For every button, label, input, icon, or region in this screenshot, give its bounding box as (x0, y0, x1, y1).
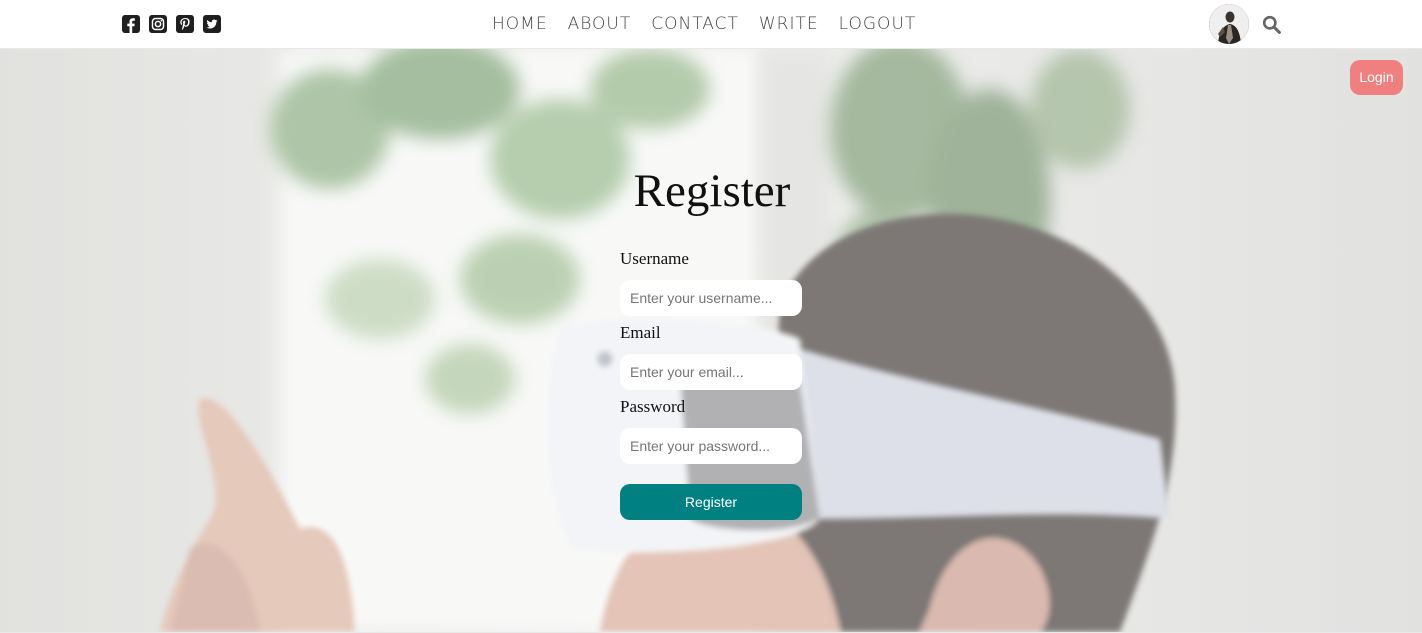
main-nav: HOME ABOUT CONTACT WRITE LOGOUT (492, 14, 916, 34)
instagram-icon[interactable] (149, 15, 167, 33)
register-button[interactable]: Register (620, 484, 802, 520)
avatar[interactable] (1209, 4, 1249, 44)
username-label: Username (620, 249, 689, 268)
login-button[interactable]: Login (1350, 60, 1403, 95)
pinterest-icon[interactable] (176, 15, 194, 33)
hero-background: Login Register Username Email Password R… (0, 49, 1422, 632)
password-label: Password (620, 397, 686, 416)
hero-overlay (0, 49, 1422, 632)
email-label: Email (620, 323, 661, 342)
nav-item-contact[interactable]: CONTACT (651, 14, 739, 34)
username-input[interactable] (620, 280, 802, 316)
nav-item-logout[interactable]: LOGOUT (839, 14, 917, 34)
nav-item-home[interactable]: HOME (492, 14, 548, 34)
password-input[interactable] (620, 428, 802, 464)
email-input[interactable] (620, 354, 802, 390)
nav-item-write[interactable]: WRITE (759, 14, 819, 34)
nav-item-about[interactable]: ABOUT (568, 14, 632, 34)
social-links (122, 15, 221, 33)
twitter-icon[interactable] (203, 15, 221, 33)
facebook-icon[interactable] (122, 15, 140, 33)
register-title: Register (633, 165, 791, 217)
top-bar: HOME ABOUT CONTACT WRITE LOGOUT (0, 0, 1422, 49)
search-icon[interactable] (1262, 15, 1281, 34)
